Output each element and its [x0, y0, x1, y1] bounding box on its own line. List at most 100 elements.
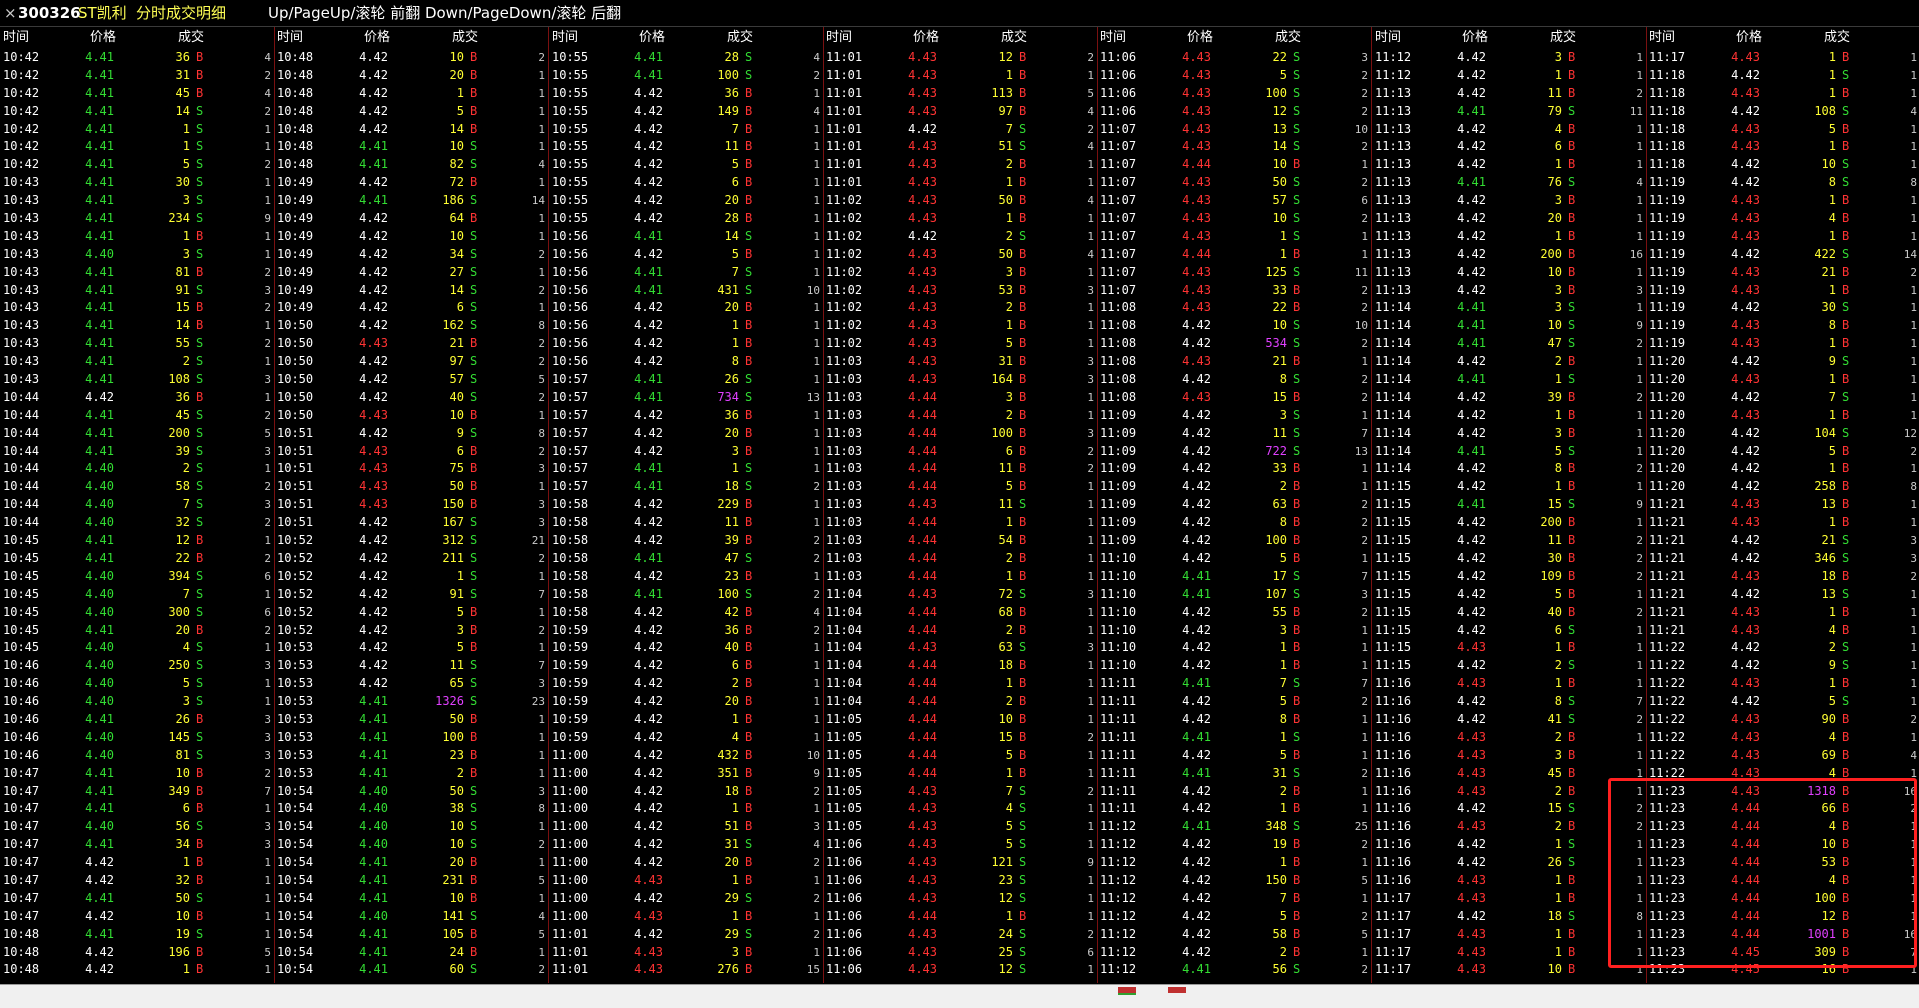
- tick-row[interactable]: 11:16 4.43 45 B 1: [1372, 765, 1646, 783]
- tick-row[interactable]: 11:10 4.42 1 B 1: [1097, 639, 1371, 657]
- tick-row[interactable]: 11:09 4.42 722 S 13: [1097, 443, 1371, 461]
- tick-row[interactable]: 10:46 4.40 5 S 1: [0, 675, 274, 693]
- tick-row[interactable]: 10:54 4.40 10 S 1: [274, 818, 548, 836]
- tick-row[interactable]: 11:01 4.43 276 B 15: [549, 961, 823, 979]
- tick-row[interactable]: 11:07 4.43 13 S 10: [1097, 121, 1371, 139]
- tick-row[interactable]: 10:51 4.43 150 B 3: [274, 496, 548, 514]
- tick-row[interactable]: 10:46 4.40 145 S 3: [0, 729, 274, 747]
- tick-row[interactable]: 11:14 4.41 47 S 2: [1372, 335, 1646, 353]
- tick-row[interactable]: 11:13 4.42 3 B 1: [1372, 192, 1646, 210]
- tick-row[interactable]: 11:14 4.41 5 S 1: [1372, 443, 1646, 461]
- tick-row[interactable]: 11:00 4.42 351 B 9: [549, 765, 823, 783]
- tick-row[interactable]: 10:54 4.40 10 S 2: [274, 836, 548, 854]
- tick-row[interactable]: 11:02 4.43 1 B 1: [823, 317, 1097, 335]
- tick-row[interactable]: 11:09 4.42 100 B 2: [1097, 532, 1371, 550]
- tick-row[interactable]: 10:59 4.42 1 B 1: [549, 711, 823, 729]
- tick-row[interactable]: 11:18 4.42 1 S 1: [1646, 67, 1919, 85]
- tick-row[interactable]: 11:07 4.44 1 B 1: [1097, 246, 1371, 264]
- tick-row[interactable]: 11:06 4.43 12 S 1: [823, 961, 1097, 979]
- tick-row[interactable]: 11:15 4.42 1 B 1: [1372, 478, 1646, 496]
- tick-row[interactable]: 11:16 4.42 1 S 1: [1372, 836, 1646, 854]
- tick-row[interactable]: 10:56 4.42 8 B 1: [549, 353, 823, 371]
- tick-row[interactable]: 10:45 4.40 7 S 1: [0, 586, 274, 604]
- tick-row[interactable]: 11:23 4.43 1318 B 16: [1646, 783, 1919, 801]
- tick-detail-table[interactable]: 时间 价格 成交 10:42 4.41 36 B 4 10:42 4.41 31 B 2 10:42 4.4…: [0, 27, 1919, 983]
- tick-row[interactable]: 11:12 4.42 1 B 1: [1097, 854, 1371, 872]
- tick-row[interactable]: 11:23 4.44 53 B 1: [1646, 854, 1919, 872]
- tick-row[interactable]: 11:17 4.43 1 B 1: [1372, 926, 1646, 944]
- tick-row[interactable]: 10:52 4.42 91 S 7: [274, 586, 548, 604]
- tick-row[interactable]: 11:02 4.43 5 B 1: [823, 335, 1097, 353]
- tick-row[interactable]: 11:13 4.42 3 B 3: [1372, 282, 1646, 300]
- tick-row[interactable]: 11:15 4.42 2 S 1: [1372, 657, 1646, 675]
- tick-row[interactable]: 11:08 4.43 15 B 2: [1097, 389, 1371, 407]
- tick-row[interactable]: 11:13 4.42 6 B 1: [1372, 138, 1646, 156]
- tick-row[interactable]: 11:16 4.43 1 B 1: [1372, 675, 1646, 693]
- tick-row[interactable]: 11:03 4.44 11 B 2: [823, 460, 1097, 478]
- tick-row[interactable]: 10:53 4.41 100 B 1: [274, 729, 548, 747]
- tick-row[interactable]: 11:20 4.43 1 B 1: [1646, 371, 1919, 389]
- tick-row[interactable]: 11:06 4.43 12 S 1: [823, 890, 1097, 908]
- tick-row[interactable]: 11:11 4.41 31 S 2: [1097, 765, 1371, 783]
- tick-row[interactable]: 10:45 4.40 300 S 6: [0, 604, 274, 622]
- tick-row[interactable]: 10:43 4.41 15 B 2: [0, 299, 274, 317]
- tick-row[interactable]: 11:12 4.42 3 B 1: [1372, 49, 1646, 67]
- tick-row[interactable]: 10:52 4.42 211 S 2: [274, 550, 548, 568]
- tick-row[interactable]: 11:07 4.43 1 S 1: [1097, 228, 1371, 246]
- tick-row[interactable]: 11:03 4.43 164 B 3: [823, 371, 1097, 389]
- tick-row[interactable]: 11:15 4.41 15 S 9: [1372, 496, 1646, 514]
- tick-row[interactable]: 11:21 4.42 13 S 1: [1646, 586, 1919, 604]
- tick-row[interactable]: 10:48 4.42 5 B 1: [274, 103, 548, 121]
- tick-row[interactable]: 11:10 4.42 3 B 1: [1097, 622, 1371, 640]
- tick-row[interactable]: 11:12 4.42 58 B 5: [1097, 926, 1371, 944]
- tick-row[interactable]: 10:46 4.41 26 B 3: [0, 711, 274, 729]
- tick-row[interactable]: 11:19 4.43 1 B 1: [1646, 335, 1919, 353]
- tick-row[interactable]: 10:52 4.42 5 B 1: [274, 604, 548, 622]
- tick-row[interactable]: 11:11 4.42 1 B 1: [1097, 800, 1371, 818]
- tick-row[interactable]: 11:21 4.42 346 S 3: [1646, 550, 1919, 568]
- tick-row[interactable]: 10:57 4.42 20 B 1: [549, 425, 823, 443]
- tick-row[interactable]: 10:43 4.41 55 S 2: [0, 335, 274, 353]
- tick-row[interactable]: 11:03 4.44 1 B 1: [823, 514, 1097, 532]
- tick-row[interactable]: 10:57 4.42 3 B 1: [549, 443, 823, 461]
- tick-row[interactable]: 11:06 4.43 100 S 2: [1097, 85, 1371, 103]
- tick-row[interactable]: 10:43 4.41 81 B 2: [0, 264, 274, 282]
- tick-row[interactable]: 11:00 4.42 1 B 1: [549, 800, 823, 818]
- tick-row[interactable]: 11:13 4.42 20 B 1: [1372, 210, 1646, 228]
- tick-row[interactable]: 10:42 4.41 5 S 2: [0, 156, 274, 174]
- tick-row[interactable]: 10:44 4.42 36 B 1: [0, 389, 274, 407]
- tick-row[interactable]: 10:53 4.42 65 S 3: [274, 675, 548, 693]
- tick-row[interactable]: 11:12 4.42 2 B 1: [1097, 944, 1371, 962]
- tick-row[interactable]: 11:13 4.42 1 B 1: [1372, 228, 1646, 246]
- tick-row[interactable]: 10:47 4.41 50 S 1: [0, 890, 274, 908]
- tick-row[interactable]: 11:15 4.42 6 S 1: [1372, 622, 1646, 640]
- tick-row[interactable]: 10:58 4.42 42 B 4: [549, 604, 823, 622]
- tick-row[interactable]: 10:45 4.41 12 B 1: [0, 532, 274, 550]
- tick-row[interactable]: 10:48 4.42 196 B 5: [0, 944, 274, 962]
- tick-row[interactable]: 11:22 4.43 69 B 4: [1646, 747, 1919, 765]
- tick-row[interactable]: 11:09 4.42 3 S 1: [1097, 407, 1371, 425]
- tick-row[interactable]: 10:55 4.41 100 S 2: [549, 67, 823, 85]
- tick-row[interactable]: 11:06 4.43 24 S 2: [823, 926, 1097, 944]
- tick-row[interactable]: 11:12 4.42 1 B 1: [1372, 67, 1646, 85]
- tick-row[interactable]: 11:14 4.41 1 S 1: [1372, 371, 1646, 389]
- tick-row[interactable]: 11:18 4.42 10 S 1: [1646, 156, 1919, 174]
- tick-row[interactable]: 10:54 4.41 60 S 2: [274, 961, 548, 979]
- tick-row[interactable]: 11:08 4.42 534 S 2: [1097, 335, 1371, 353]
- tick-row[interactable]: 11:22 4.43 4 B 1: [1646, 729, 1919, 747]
- tick-row[interactable]: 11:18 4.43 1 B 1: [1646, 138, 1919, 156]
- tick-row[interactable]: 10:52 4.42 3 B 2: [274, 622, 548, 640]
- tick-row[interactable]: 11:02 4.43 2 B 1: [823, 299, 1097, 317]
- tick-row[interactable]: 11:00 4.42 29 S 2: [549, 890, 823, 908]
- tick-row[interactable]: 10:50 4.42 40 S 2: [274, 389, 548, 407]
- tick-row[interactable]: 11:01 4.43 2 B 1: [823, 156, 1097, 174]
- tick-row[interactable]: 10:56 4.42 5 B 1: [549, 246, 823, 264]
- tick-row[interactable]: 11:20 4.42 5 B 2: [1646, 443, 1919, 461]
- tick-row[interactable]: 11:05 4.43 7 S 2: [823, 783, 1097, 801]
- tick-row[interactable]: 11:01 4.43 1 B 1: [823, 174, 1097, 192]
- tick-row[interactable]: 10:53 4.41 23 B 1: [274, 747, 548, 765]
- tick-row[interactable]: 10:43 4.41 30 S 1: [0, 174, 274, 192]
- tick-row[interactable]: 10:59 4.42 20 B 1: [549, 693, 823, 711]
- tick-row[interactable]: 11:14 4.42 8 B 2: [1372, 460, 1646, 478]
- tick-row[interactable]: 11:11 4.42 8 B 1: [1097, 711, 1371, 729]
